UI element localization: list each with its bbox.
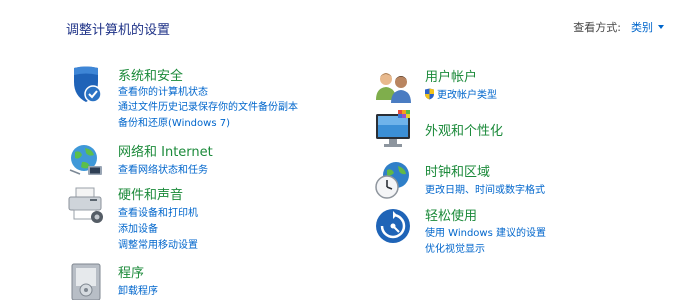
link-view-computer-status[interactable]: 查看你的计算机状态 — [118, 83, 208, 98]
view-by: 查看方式: 类别 — [573, 19, 664, 35]
clock-region-icon[interactable] — [374, 160, 414, 200]
link-devices-printers[interactable]: 查看设备和打印机 — [118, 204, 198, 219]
link-windows-recommended-settings[interactable]: 使用 Windows 建议的设置 — [425, 224, 546, 239]
ease-of-access-icon[interactable] — [374, 206, 414, 246]
category-title-system-security[interactable]: 系统和安全 — [118, 65, 183, 84]
category-title-hardware-sound[interactable]: 硬件和声音 — [118, 184, 183, 203]
category-title-clock-region[interactable]: 时钟和区域 — [425, 161, 490, 180]
link-uninstall-program[interactable]: 卸载程序 — [118, 282, 158, 297]
uac-shield-icon — [425, 88, 434, 99]
page-title: 调整计算机的设置 — [66, 23, 171, 38]
link-optimize-visual-display[interactable]: 优化视觉显示 — [425, 240, 485, 255]
hardware-sound-icon[interactable] — [66, 185, 106, 225]
category-title-network-internet[interactable]: 网络和 Internet — [118, 141, 213, 160]
system-security-icon[interactable] — [66, 64, 106, 104]
programs-icon[interactable] — [66, 260, 106, 300]
link-mobility-settings[interactable]: 调整常用移动设置 — [118, 236, 198, 251]
appearance-personalization-icon[interactable] — [374, 110, 414, 150]
category-title-ease-of-access[interactable]: 轻松使用 — [425, 205, 477, 224]
chevron-down-icon[interactable] — [658, 25, 664, 29]
category-title-user-accounts[interactable]: 用户帐户 — [425, 66, 477, 85]
link-change-account-type-label[interactable]: 更改帐户类型 — [437, 86, 497, 101]
view-by-dropdown[interactable]: 类别 — [631, 19, 664, 35]
category-title-programs[interactable]: 程序 — [118, 262, 144, 281]
view-by-value[interactable]: 类别 — [631, 19, 653, 35]
category-title-appearance-personalization[interactable]: 外观和个性化 — [425, 120, 503, 139]
link-change-account-type[interactable]: 更改帐户类型 — [424, 86, 497, 101]
link-change-date-time-format[interactable]: 更改日期、时间或数字格式 — [425, 181, 545, 196]
network-internet-icon[interactable] — [66, 140, 106, 180]
link-backup-restore-win7[interactable]: 备份和还原(Windows 7) — [118, 114, 230, 129]
view-by-label: 查看方式: — [573, 21, 621, 34]
link-add-device[interactable]: 添加设备 — [118, 220, 158, 235]
link-view-network-status[interactable]: 查看网络状态和任务 — [118, 161, 208, 176]
link-file-history-backup[interactable]: 通过文件历史记录保存你的文件备份副本 — [118, 98, 298, 113]
user-accounts-icon[interactable] — [374, 66, 414, 106]
